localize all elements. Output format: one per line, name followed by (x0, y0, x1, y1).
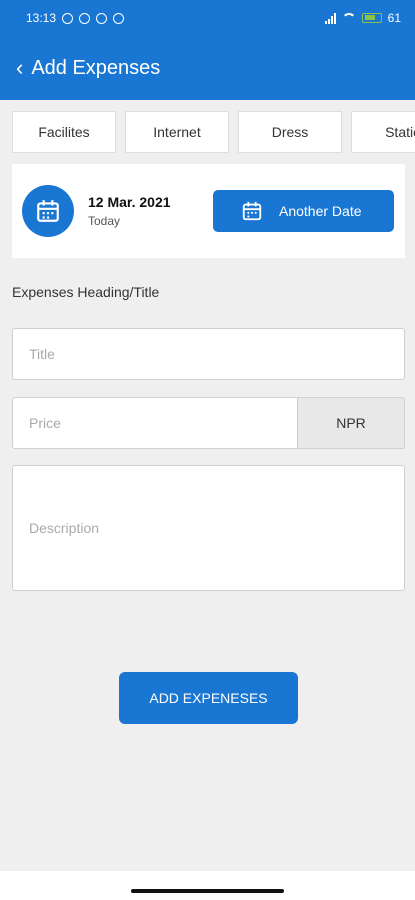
alarm-off-icon (62, 12, 74, 24)
status-bar: 13:13 61 (0, 0, 415, 36)
title-input[interactable]: Title (12, 328, 405, 380)
date-texts: 12 Mar. 2021 Today (88, 194, 171, 228)
chevron-left-icon[interactable]: ‹ (16, 57, 23, 79)
description-input[interactable]: Description (12, 465, 405, 591)
status-left: 13:13 (26, 11, 125, 25)
another-date-label: Another Date (279, 203, 362, 219)
app-notification-icon-2 (113, 12, 125, 24)
calendar-icon (22, 185, 74, 237)
price-placeholder: Price (29, 415, 61, 431)
signal-icon (324, 12, 336, 24)
home-indicator[interactable] (131, 889, 284, 893)
category-chip[interactable]: Statio (351, 111, 415, 153)
status-time: 13:13 (26, 11, 57, 25)
title-placeholder: Title (29, 346, 55, 362)
currency-selector[interactable]: NPR (298, 397, 405, 449)
app-bar: ‹ Add Expenses (0, 36, 415, 100)
page-title: Add Expenses (31, 56, 161, 79)
status-right: 61 (324, 11, 401, 25)
description-placeholder: Description (29, 520, 100, 536)
add-expenses-button[interactable]: ADD EXPENESES (119, 672, 298, 724)
wifi-icon (341, 13, 356, 23)
alarm-icon (79, 12, 91, 24)
calendar-icon (242, 201, 262, 221)
date-subtitle: Today (88, 214, 121, 228)
selected-date: 12 Mar. 2021 (88, 194, 171, 210)
battery-icon (361, 13, 382, 23)
app-notification-icon (96, 12, 108, 24)
category-chip[interactable]: Facilites (12, 111, 116, 153)
battery-level: 61 (387, 11, 401, 25)
date-card: 12 Mar. 2021 Today Another Date (12, 164, 405, 258)
category-chip[interactable]: Dress (238, 111, 342, 153)
category-chip[interactable]: Internet (125, 111, 229, 153)
navigation-bar (0, 871, 415, 900)
section-label: Expenses Heading/Title (12, 284, 160, 300)
another-date-button[interactable]: Another Date (213, 190, 394, 232)
category-list: Facilites Internet Dress Statio (12, 111, 415, 153)
price-input[interactable]: Price (12, 397, 298, 449)
